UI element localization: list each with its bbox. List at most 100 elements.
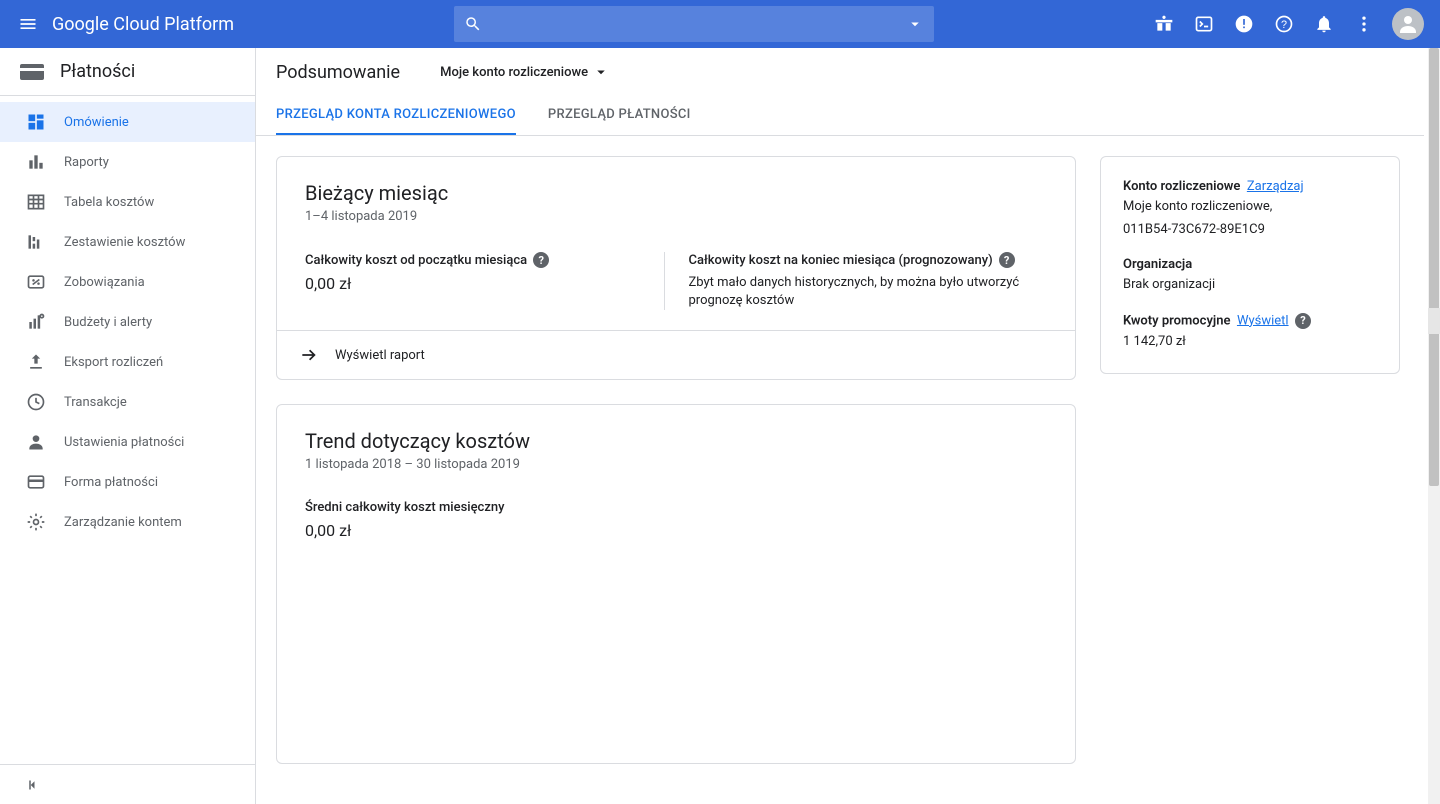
tab-1[interactable]: PRZEGLĄD PŁATNOŚCI	[548, 96, 691, 135]
caret-down-icon	[592, 63, 610, 81]
mtd-cost-label: Całkowity koszt od początku miesiąca	[305, 253, 527, 268]
organization-label: Organizacja	[1123, 257, 1377, 272]
clock-icon	[24, 392, 48, 412]
avg-monthly-cost-label: Średni całkowity koszt miesięczny	[305, 500, 504, 515]
collapse-sidebar[interactable]	[0, 764, 255, 804]
billing-account-id: 011B54-73C672-89E1C9	[1123, 220, 1377, 240]
current-month-card: Bieżący miesiąc 1–4 listopada 2019 Całko…	[276, 156, 1076, 380]
upload-icon	[24, 352, 48, 372]
more-vert-icon	[1354, 14, 1374, 34]
gift-icon	[1154, 14, 1174, 34]
sidebar-item-label: Ustawienia płatności	[64, 435, 184, 450]
product-name: Google Cloud Platform	[52, 14, 234, 35]
person-icon	[24, 432, 48, 452]
manage-link[interactable]: Zarządzaj	[1247, 179, 1304, 194]
menu-button[interactable]	[8, 0, 48, 48]
help-icon[interactable]: ?	[999, 252, 1015, 268]
help-icon[interactable]: ?	[533, 252, 549, 268]
promo-view-link[interactable]: Wyświetl	[1237, 313, 1289, 328]
sidebar-item-breakdown[interactable]: Zestawienie kosztów	[0, 222, 255, 262]
main-content: Podsumowanie Moje konto rozliczeniowe PR…	[256, 48, 1440, 804]
sidebar-item-card[interactable]: Forma płatności	[0, 462, 255, 502]
sidebar-item-table[interactable]: Tabela kosztów	[0, 182, 255, 222]
avatar-icon	[1396, 12, 1420, 36]
organization-value: Brak organizacji	[1123, 275, 1377, 295]
sidebar-item-label: Zarządzanie kontem	[64, 515, 182, 530]
sidebar-title: Płatności	[60, 61, 135, 82]
more-button[interactable]	[1344, 0, 1384, 48]
gear-icon	[24, 512, 48, 532]
avg-monthly-cost-value: 0,00 zł	[305, 521, 1047, 540]
free-trial-button[interactable]	[1144, 0, 1184, 48]
percent-icon	[24, 272, 48, 292]
billing-account-name: Moje konto rozliczeniowe,	[1123, 197, 1377, 217]
sidebar-item-label: Forma płatności	[64, 475, 158, 490]
sidebar-item-label: Eksport rozliczeń	[64, 355, 163, 370]
table-icon	[24, 192, 48, 212]
sidebar-item-upload[interactable]: Eksport rozliczeń	[0, 342, 255, 382]
account-avatar[interactable]	[1392, 8, 1424, 40]
sidebar-item-label: Tabela kosztów	[64, 195, 154, 210]
dashboard-icon	[24, 112, 48, 132]
sidebar-header: Płatności	[0, 48, 255, 96]
sidebar-item-budget[interactable]: Budżety i alerty	[0, 302, 255, 342]
tab-0[interactable]: PRZEGLĄD KONTA ROZLICZENIOWEGO	[276, 96, 516, 135]
search-box[interactable]	[454, 6, 934, 42]
feedback-button[interactable]	[1224, 0, 1264, 48]
page-scrollbar[interactable]	[1428, 48, 1440, 804]
promo-value: 1 142,70 zł	[1123, 332, 1377, 352]
sidebar-item-bar-chart[interactable]: Raporty	[0, 142, 255, 182]
scrollbar-grip-icon	[1428, 308, 1440, 334]
card-icon	[24, 472, 48, 492]
account-info-card: Konto rozliczeniowe Zarządzaj Moje konto…	[1100, 156, 1400, 374]
arrow-right-icon	[299, 345, 319, 365]
mtd-cost-value: 0,00 zł	[305, 274, 640, 293]
terminal-icon	[1194, 14, 1214, 34]
top-bar: Google Cloud Platform ?	[0, 0, 1440, 48]
search-icon	[464, 15, 482, 33]
bell-icon	[1314, 14, 1334, 34]
billing-icon	[20, 62, 44, 82]
forecast-cost-note: Zbyt mało danych historycznych, by można…	[689, 274, 1024, 310]
forecast-cost-label: Całkowity koszt na koniec miesiąca (prog…	[689, 253, 993, 268]
view-report-label: Wyświetl raport	[335, 348, 425, 363]
account-picker-label: Moje konto rozliczeniowe	[440, 65, 588, 80]
sidebar-item-dashboard[interactable]: Omówienie	[0, 102, 255, 142]
hamburger-icon	[18, 14, 38, 34]
help-icon: ?	[1274, 14, 1294, 34]
sidebar-item-percent[interactable]: Zobowiązania	[0, 262, 255, 302]
dropdown-icon	[906, 15, 924, 33]
sidebar-item-label: Transakcje	[64, 395, 127, 410]
cloud-shell-button[interactable]	[1184, 0, 1224, 48]
cost-trend-title: Trend dotyczący kosztów	[305, 429, 1047, 453]
tab-bar: PRZEGLĄD KONTA ROZLICZENIOWEGO PRZEGLĄD P…	[256, 96, 1424, 136]
notifications-button[interactable]	[1304, 0, 1344, 48]
cost-trend-subtitle: 1 listopada 2018 – 30 listopada 2019	[305, 457, 1047, 472]
alert-icon	[1234, 14, 1254, 34]
cost-trend-card: Trend dotyczący kosztów 1 listopada 2018…	[276, 404, 1076, 764]
bar-chart-icon	[24, 152, 48, 172]
sidebar-item-clock[interactable]: Transakcje	[0, 382, 255, 422]
sidebar-item-gear[interactable]: Zarządzanie kontem	[0, 502, 255, 542]
current-month-subtitle: 1–4 listopada 2019	[305, 209, 1047, 224]
sidebar-item-label: Omówienie	[64, 115, 129, 130]
sidebar-item-label: Zestawienie kosztów	[64, 235, 185, 250]
promo-label: Kwoty promocyjne	[1123, 313, 1230, 328]
page-title: Podsumowanie	[276, 62, 400, 83]
svg-text:?: ?	[1281, 19, 1287, 31]
help-icon[interactable]: ?	[1295, 313, 1311, 329]
sidebar-item-person[interactable]: Ustawienia płatności	[0, 422, 255, 462]
sidebar: Płatności Omówienie Raporty Tabela kosztów…	[0, 48, 256, 804]
chevron-left-icon	[24, 776, 42, 794]
sidebar-item-label: Raporty	[64, 155, 109, 170]
billing-account-label: Konto rozliczeniowe	[1123, 179, 1240, 194]
sidebar-item-label: Budżety i alerty	[64, 315, 152, 330]
help-button[interactable]: ?	[1264, 0, 1304, 48]
account-picker[interactable]: Moje konto rozliczeniowe	[440, 63, 610, 81]
breakdown-icon	[24, 232, 48, 252]
view-report-action[interactable]: Wyświetl raport	[277, 330, 1075, 379]
sidebar-item-label: Zobowiązania	[64, 275, 145, 290]
current-month-title: Bieżący miesiąc	[305, 181, 1047, 205]
page-header: Podsumowanie Moje konto rozliczeniowe	[256, 48, 1424, 96]
budget-icon	[24, 312, 48, 332]
